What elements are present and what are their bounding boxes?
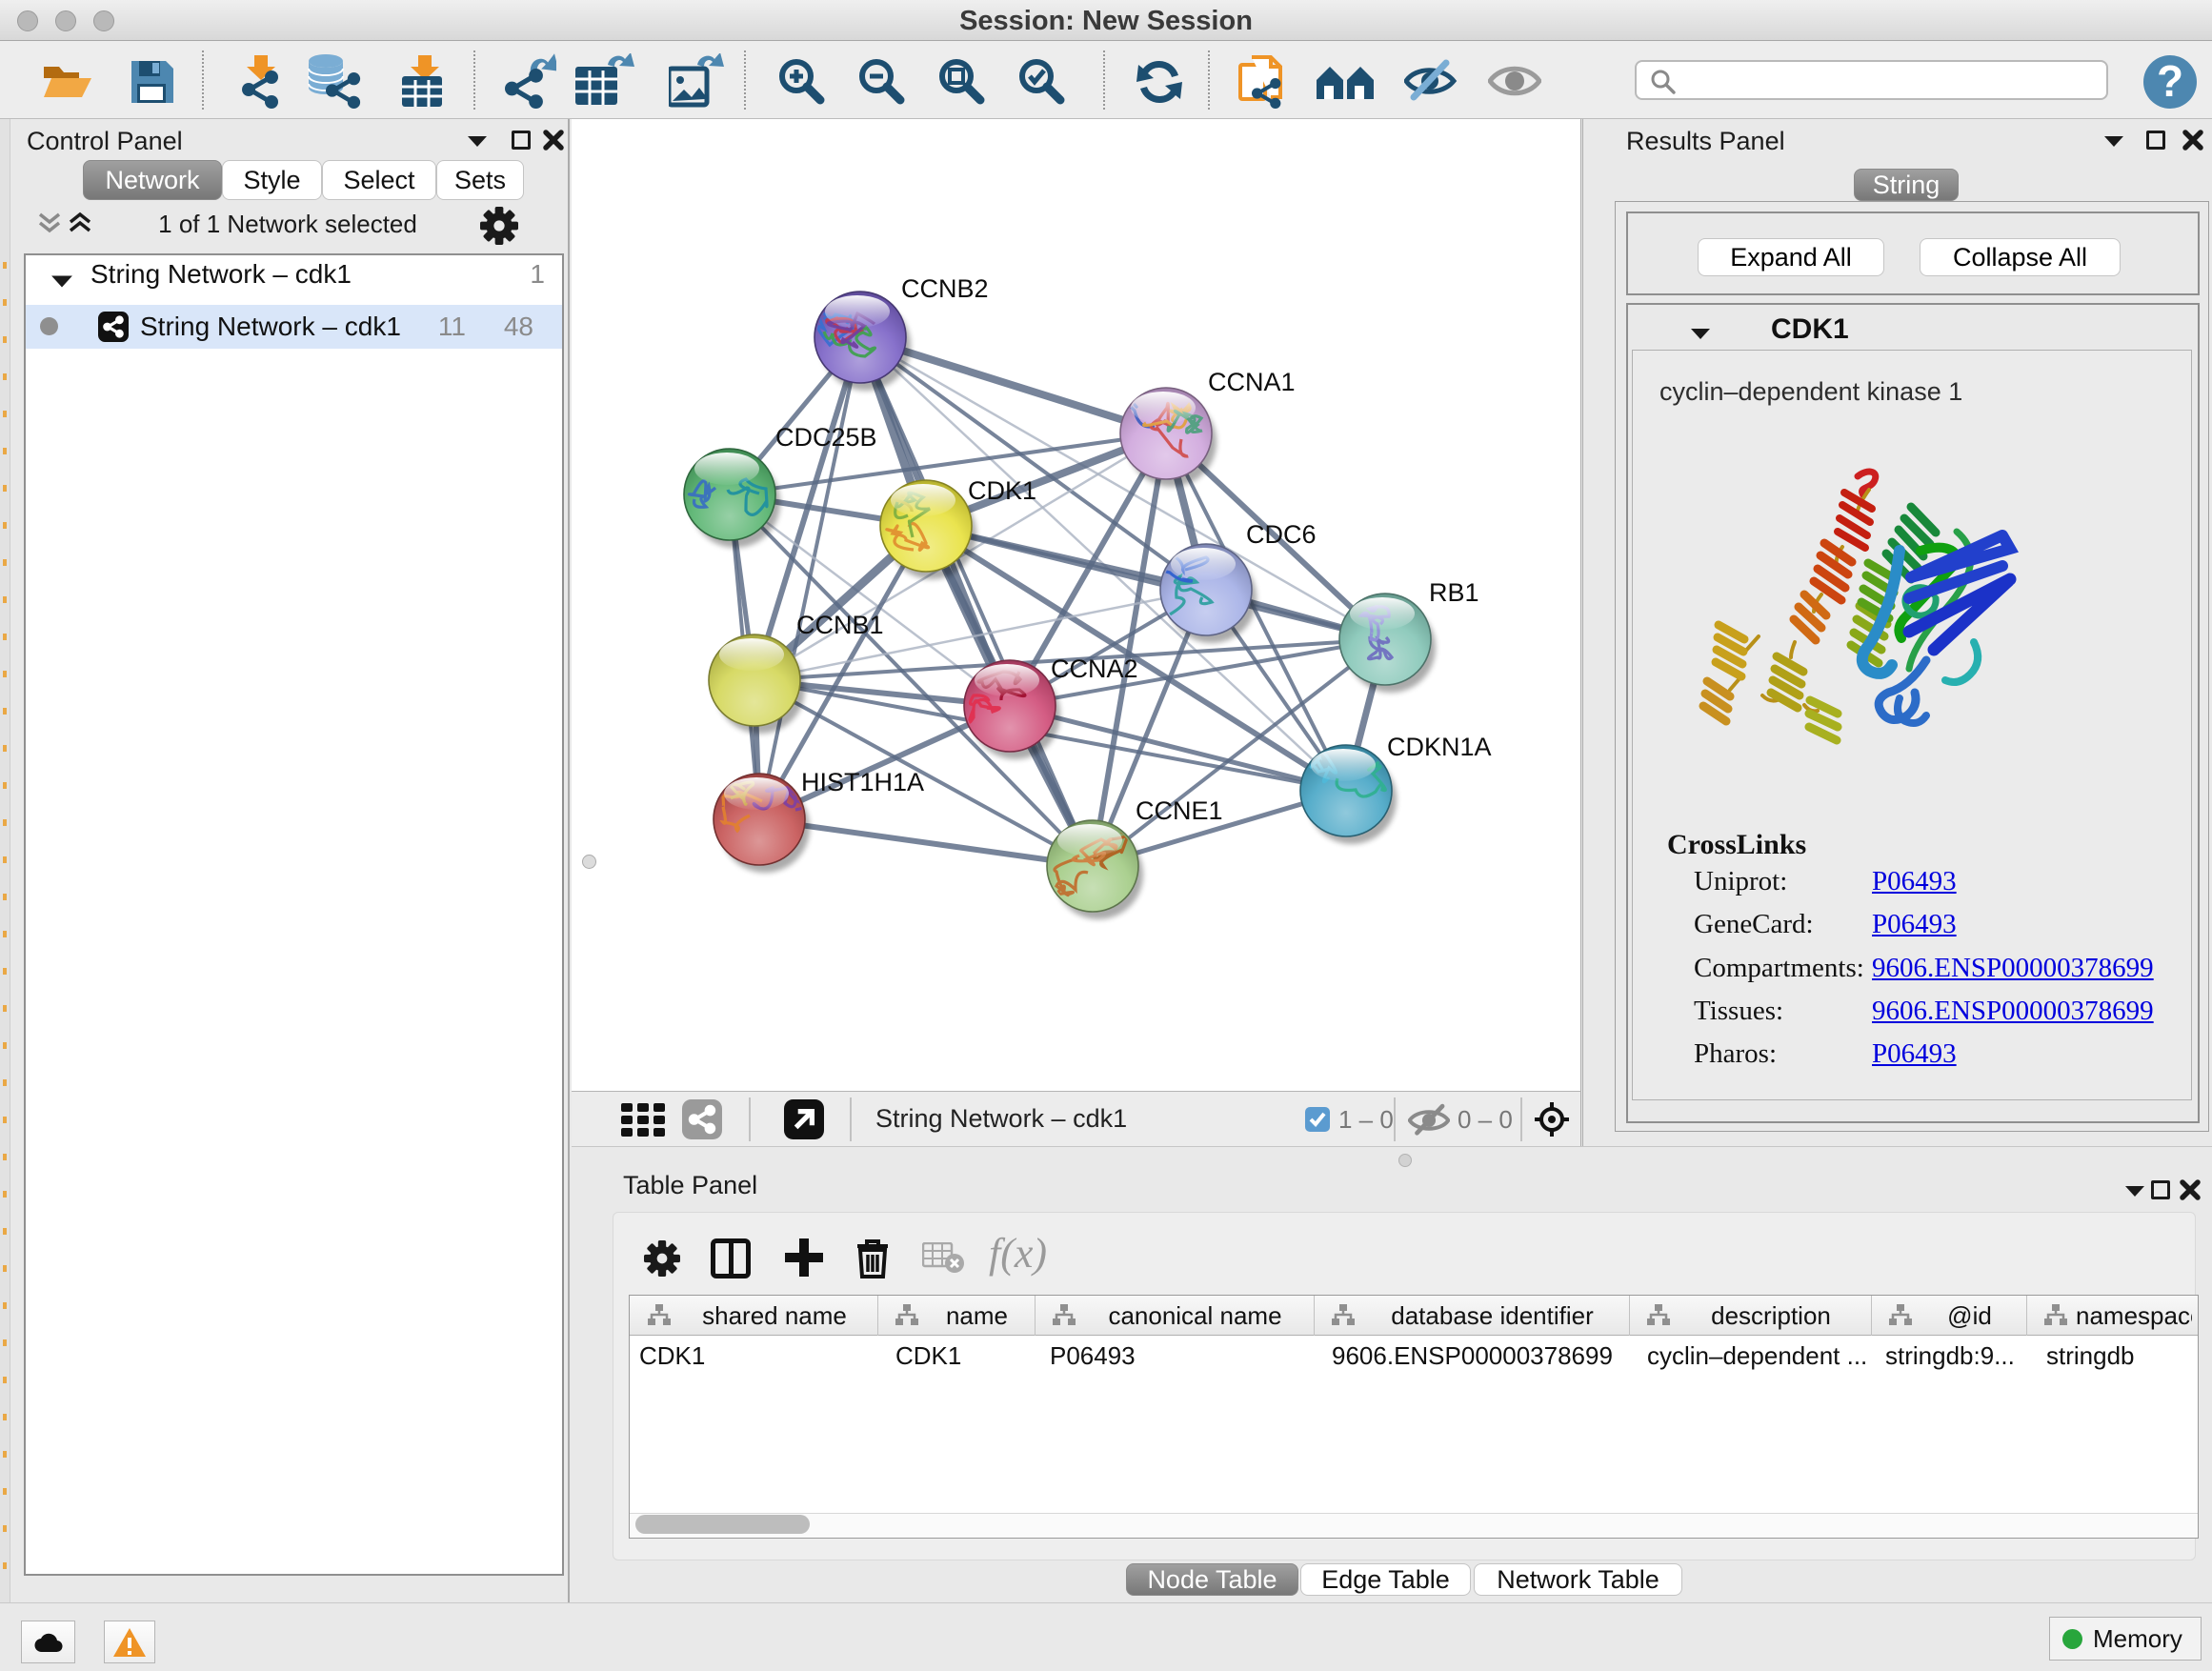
svg-text:CCNA1: CCNA1 [1208, 368, 1296, 396]
svg-text:CDC25B: CDC25B [775, 423, 877, 452]
svg-text:CDKN1A: CDKN1A [1387, 733, 1492, 761]
svg-text:RB1: RB1 [1429, 578, 1479, 607]
svg-text:CCNE1: CCNE1 [1136, 796, 1223, 825]
svg-text:?: ? [2157, 56, 2183, 106]
svg-text:HIST1H1A: HIST1H1A [801, 768, 924, 796]
svg-text:CCNB1: CCNB1 [796, 611, 884, 639]
svg-text:CCNB2: CCNB2 [901, 274, 989, 303]
svg-text:CDC6: CDC6 [1246, 520, 1317, 549]
svg-text:CDK1: CDK1 [968, 476, 1036, 505]
svg-text:CCNA2: CCNA2 [1051, 654, 1138, 683]
